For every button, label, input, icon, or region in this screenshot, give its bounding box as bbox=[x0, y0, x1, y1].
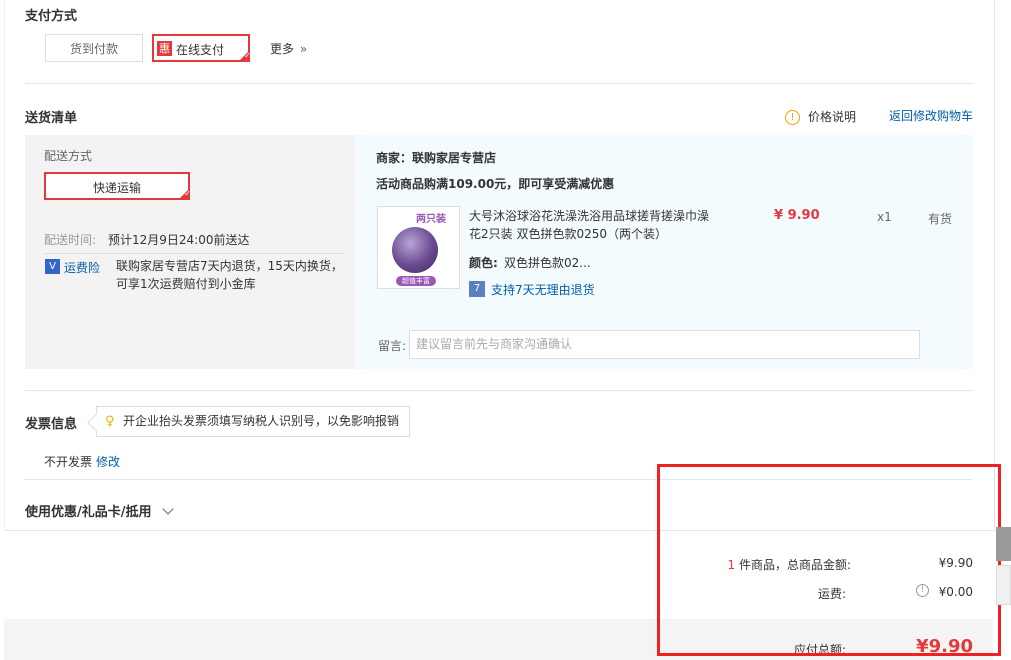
cod-payment-label: 货到付款 bbox=[69, 42, 118, 56]
selected-check-icon bbox=[238, 50, 251, 62]
online-payment-button[interactable]: 惠 在线支付 bbox=[152, 34, 251, 62]
payment-section-title: 支付方式 bbox=[25, 9, 78, 24]
return-cart-link[interactable]: 返回修改购物车 bbox=[889, 107, 973, 124]
color-value: 双色拼色款02... bbox=[504, 256, 591, 270]
express-delivery-label: 快递运输 bbox=[92, 181, 141, 195]
lightbulb-icon: ♀ bbox=[105, 414, 115, 429]
invoice-tip-tooltip: ♀ 开企业抬头发票须填写纳税人识别号，以免影响报销 bbox=[96, 406, 410, 437]
coupon-section-title: 使用优惠/礼品卡/抵用 bbox=[25, 505, 152, 520]
divider bbox=[44, 253, 344, 254]
invoice-status: 不开发票 bbox=[44, 455, 93, 469]
seven-day-return-icon: 7 bbox=[469, 281, 485, 297]
online-payment-label: 在线支付 bbox=[176, 43, 225, 57]
coupon-section-toggle[interactable]: 使用优惠/礼品卡/抵用 bbox=[25, 501, 174, 520]
divider bbox=[25, 83, 973, 84]
price-note-label: 价格说明 bbox=[808, 110, 857, 124]
product-price: ¥ 9.90 bbox=[774, 208, 820, 223]
thumbnail-tag: 两只装 bbox=[416, 214, 446, 225]
delivery-time-value: 预计12月9日24:00前送达 bbox=[108, 233, 250, 247]
divider bbox=[25, 390, 973, 391]
side-float-tab-secondary[interactable] bbox=[996, 565, 1011, 605]
color-label: 颜色: bbox=[469, 256, 498, 270]
double-chevron-icon: » bbox=[299, 42, 308, 56]
selected-check-icon bbox=[178, 188, 191, 200]
delivery-time-label: 配送时间: bbox=[44, 233, 97, 247]
bath-ball-image-icon bbox=[392, 227, 438, 273]
delivery-method-panel bbox=[25, 135, 355, 369]
discount-badge-icon: 惠 bbox=[157, 41, 172, 56]
more-payment-label: 更多 bbox=[270, 42, 295, 56]
express-delivery-button[interactable]: 快递运输 bbox=[44, 172, 191, 200]
delivery-section-title: 送货清单 bbox=[25, 111, 78, 126]
promotion-text: 活动商品购满109.00元，即可享受满减优惠 bbox=[376, 177, 615, 191]
highlight-annotation-box bbox=[657, 464, 1001, 656]
delivery-method-title: 配送方式 bbox=[44, 149, 93, 163]
invoice-tip-text: 开企业抬头发票须填写纳税人识别号，以免影响报销 bbox=[123, 414, 400, 428]
info-warning-icon: ! bbox=[785, 110, 800, 125]
more-payment-link[interactable]: 更多 » bbox=[270, 40, 307, 57]
stock-status: 有货 bbox=[928, 212, 953, 226]
merchant-name: 商家：联购家居专营店 bbox=[376, 151, 497, 165]
thumbnail-footer: 超值丰富 bbox=[396, 276, 436, 286]
chevron-down-icon bbox=[162, 503, 174, 515]
return-policy-link[interactable]: 支持7天无理由退货 bbox=[491, 281, 595, 298]
shipping-insurance-link[interactable]: 运费险 bbox=[64, 259, 100, 276]
product-quantity: x1 bbox=[877, 210, 892, 224]
insurance-shield-icon: V bbox=[45, 259, 60, 274]
invoice-edit-link[interactable]: 修改 bbox=[96, 453, 120, 470]
product-thumbnail[interactable]: 两只装 超值丰富 bbox=[377, 206, 460, 289]
price-note-link[interactable]: ! 价格说明 bbox=[785, 108, 856, 125]
cod-payment-button[interactable]: 货到付款 bbox=[45, 34, 143, 62]
insurance-description: 联购家居专营店7天内退货，15天内换货，可享1次运费赔付到小金库 bbox=[116, 259, 343, 291]
invoice-section-title: 发票信息 bbox=[25, 417, 78, 432]
note-input[interactable]: 建议留言前先与商家沟通确认 bbox=[409, 330, 920, 359]
product-name-link[interactable]: 大号沐浴球浴花洗澡洗浴用品球搓背搓澡巾澡花2只装 双色拼色款0250（两个装） bbox=[469, 207, 715, 243]
note-label: 留言: bbox=[378, 339, 407, 353]
side-float-tab[interactable] bbox=[996, 527, 1011, 561]
